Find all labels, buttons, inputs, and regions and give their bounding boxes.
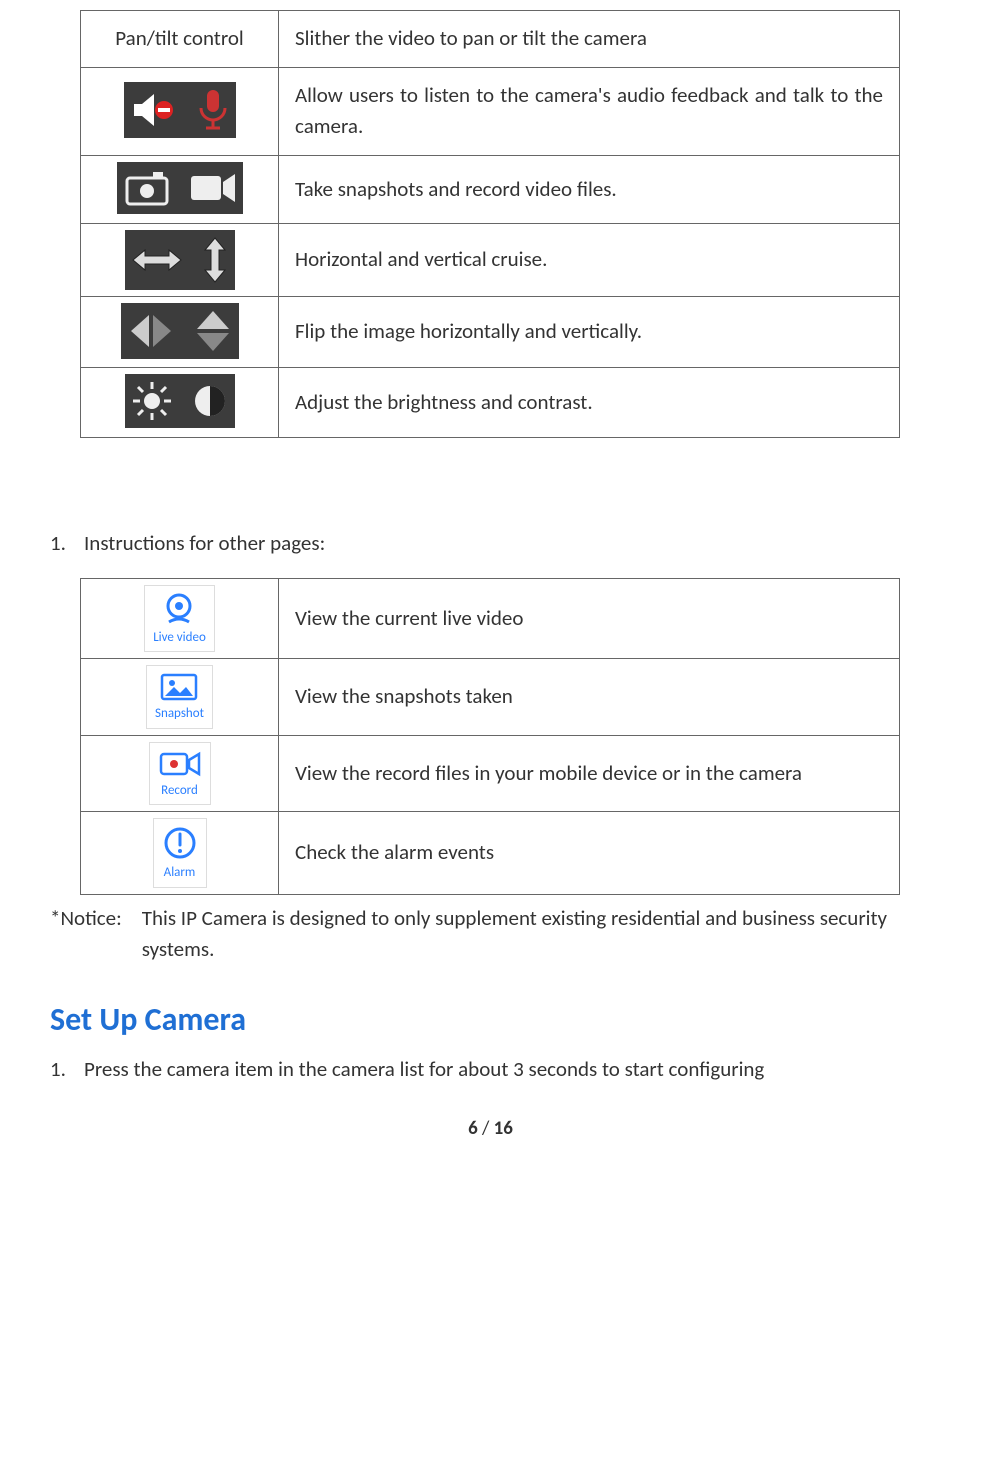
cruise-desc: Horizontal and vertical cruise.	[279, 224, 900, 297]
brightness-icons-cell	[81, 367, 279, 438]
notice-label: *Notice:	[50, 903, 122, 966]
page-sep: /	[478, 1117, 494, 1140]
table-row: Adjust the brightness and contrast.	[81, 367, 900, 438]
alarm-label: Alarm	[164, 863, 196, 883]
contrast-icon	[191, 382, 229, 420]
table-row: Pan/tilt control Slither the video to pa…	[81, 11, 900, 68]
cruise-icons-cell	[81, 224, 279, 297]
flip-desc: Flip the image horizontally and vertical…	[279, 297, 900, 368]
pan-tilt-label-cell: Pan/tilt control	[81, 11, 279, 68]
notice-text: This IP Camera is designed to only suppl…	[142, 903, 931, 966]
setup-step-text: Press the camera item in the camera list…	[84, 1054, 764, 1086]
live-video-label: Live video	[153, 628, 206, 648]
table-row: Snapshot View the snapshots taken	[81, 659, 900, 736]
pages-table: Live video View the current live video S…	[80, 578, 900, 895]
horizontal-cruise-icon	[131, 244, 183, 276]
live-video-icon-cell: Live video	[81, 578, 279, 659]
page-current: 6	[468, 1117, 478, 1140]
table-row: Flip the image horizontally and vertical…	[81, 297, 900, 368]
record-icon	[158, 749, 202, 779]
record-icon-cell: Record	[81, 735, 279, 812]
record-label: Record	[161, 781, 198, 801]
alarm-desc: Check the alarm events	[279, 812, 900, 895]
alarm-icon-cell: Alarm	[81, 812, 279, 895]
table-row: Alarm Check the alarm events	[81, 812, 900, 895]
snapshot-label: Snapshot	[155, 704, 204, 724]
record-desc: View the record files in your mobile dev…	[279, 735, 900, 812]
audio-icons-cell	[81, 67, 279, 155]
page-total: 16	[494, 1117, 513, 1140]
flip-icons-cell	[81, 297, 279, 368]
flip-vertical-icon	[193, 309, 233, 353]
snapshot-desc: View the snapshots taken	[279, 659, 900, 736]
video-record-icon	[189, 170, 237, 206]
list-number: 1.	[50, 528, 72, 560]
brightness-icon	[131, 380, 173, 422]
live-video-icon	[159, 592, 199, 626]
microphone-icon	[196, 88, 230, 132]
table-row: Take snapshots and record video files.	[81, 155, 900, 224]
snapshot-icon-cell: Snapshot	[81, 659, 279, 736]
table-row: Live video View the current live video	[81, 578, 900, 659]
snapshot-icon	[159, 672, 199, 702]
setup-step-1: 1. Press the camera item in the camera l…	[50, 1054, 931, 1086]
alarm-icon	[162, 825, 198, 861]
capture-desc: Take snapshots and record video files.	[279, 155, 900, 224]
live-video-desc: View the current live video	[279, 578, 900, 659]
brightness-desc: Adjust the brightness and contrast.	[279, 367, 900, 438]
table-row: Horizontal and vertical cruise.	[81, 224, 900, 297]
setup-camera-heading: Set Up Camera	[50, 996, 931, 1044]
list-number: 1.	[50, 1054, 72, 1086]
audio-desc: Allow users to listen to the camera's au…	[279, 67, 900, 155]
pan-tilt-desc: Slither the video to pan or tilt the cam…	[279, 11, 900, 68]
flip-horizontal-icon	[127, 311, 175, 351]
page-footer: 6 / 16	[50, 1115, 931, 1144]
notice-block: *Notice: This IP Camera is designed to o…	[50, 903, 931, 966]
instructions-heading: 1. Instructions for other pages:	[50, 528, 931, 560]
capture-icons-cell	[81, 155, 279, 224]
table-row: Record View the record files in your mob…	[81, 735, 900, 812]
speaker-mute-icon	[130, 90, 178, 130]
controls-table: Pan/tilt control Slither the video to pa…	[80, 10, 900, 438]
table-row: Allow users to listen to the camera's au…	[81, 67, 900, 155]
vertical-cruise-icon	[201, 236, 229, 284]
camera-snapshot-icon	[123, 168, 171, 208]
instructions-heading-text: Instructions for other pages:	[84, 528, 325, 560]
